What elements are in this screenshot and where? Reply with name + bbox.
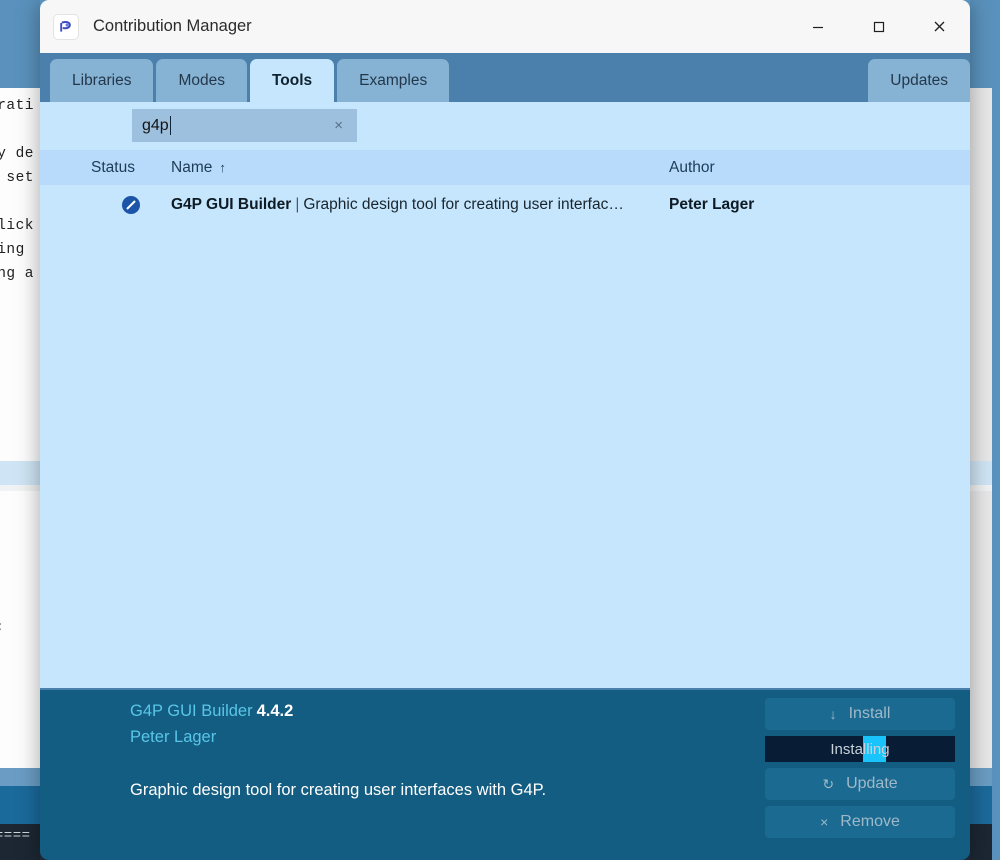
minimize-button[interactable] [787, 0, 848, 53]
search-input-value: g4p [142, 116, 169, 134]
close-button[interactable] [909, 0, 970, 53]
detail-panel: G4P GUI Builder 4.4.2 Peter Lager Graphic… [40, 690, 970, 860]
install-button[interactable]: ↓ Install [765, 698, 955, 730]
cell-name: G4P GUI Builder | Graphic design tool fo… [171, 196, 624, 214]
remove-button[interactable]: × Remove [765, 806, 955, 838]
tab-libraries-label: Libraries [72, 71, 132, 89]
detail-description: Graphic design tool for creating user in… [130, 781, 547, 799]
category-tabs: Libraries Modes Tools Examples [50, 59, 452, 102]
tab-tools[interactable]: Tools [249, 59, 335, 102]
action-buttons: ↓ Install Installing ↻ Update × Remove [765, 698, 955, 844]
tab-examples[interactable]: Examples [337, 59, 450, 102]
background-console-text: ===== [0, 828, 31, 844]
maximize-button[interactable] [848, 0, 909, 53]
detail-title-label: G4P GUI Builder [130, 702, 253, 720]
close-x-icon: × [820, 814, 829, 830]
refresh-icon: ↻ [822, 775, 835, 792]
installed-icon [120, 194, 142, 216]
table-row[interactable]: G4P GUI Builder | Graphic design tool fo… [40, 185, 970, 225]
download-icon: ↓ [829, 706, 837, 722]
detail-title[interactable]: G4P GUI Builder 4.4.2 [130, 702, 293, 721]
contribution-name: G4P GUI Builder [171, 196, 292, 213]
detail-version: 4.4.2 [256, 702, 294, 720]
tab-updates[interactable]: Updates [868, 59, 970, 102]
table-header: Status Name ↑ Author [40, 150, 970, 185]
update-button[interactable]: ↻ Update [765, 768, 955, 800]
window-title: Contribution Manager [93, 17, 252, 35]
contribution-manager-dialog: Contribution Manager Libraries Modes Too… [40, 0, 970, 860]
column-header-author[interactable]: Author [669, 159, 715, 177]
tab-examples-label: Examples [359, 71, 428, 89]
tab-updates-label: Updates [890, 71, 948, 89]
search-input[interactable]: g4p × [132, 109, 357, 142]
install-progress-bar: Installing [765, 736, 955, 762]
tab-tools-label: Tools [271, 71, 313, 89]
column-header-name-label: Name [171, 158, 213, 176]
detail-author[interactable]: Peter Lager [130, 728, 216, 747]
search-bar: g4p × [40, 102, 970, 150]
column-header-status[interactable]: Status [91, 159, 135, 177]
contribution-list[interactable]: G4P GUI Builder | Graphic design tool fo… [40, 185, 970, 690]
sort-ascending-icon: ↑ [219, 160, 226, 175]
progress-label: Installing [830, 740, 890, 758]
cell-author: Peter Lager [669, 196, 755, 213]
install-button-label: Install [848, 705, 891, 722]
window-controls [787, 0, 970, 53]
contribution-description: Graphic design tool for creating user in… [303, 196, 624, 213]
tab-modes[interactable]: Modes [156, 59, 247, 102]
tab-strip: Libraries Modes Tools Examples Updates [40, 53, 970, 102]
screen: urati By de e set click ting ing a ); ==… [0, 0, 1000, 860]
update-button-label: Update [846, 775, 898, 792]
name-separator: | [295, 196, 300, 213]
text-caret [169, 116, 172, 135]
tab-libraries[interactable]: Libraries [50, 59, 154, 102]
tab-modes-label: Modes [178, 71, 225, 89]
clear-search-icon[interactable]: × [334, 118, 343, 133]
column-header-name[interactable]: Name ↑ [171, 159, 226, 177]
titlebar: Contribution Manager [40, 0, 970, 53]
remove-button-label: Remove [840, 813, 900, 830]
processing-logo-icon [53, 13, 79, 40]
